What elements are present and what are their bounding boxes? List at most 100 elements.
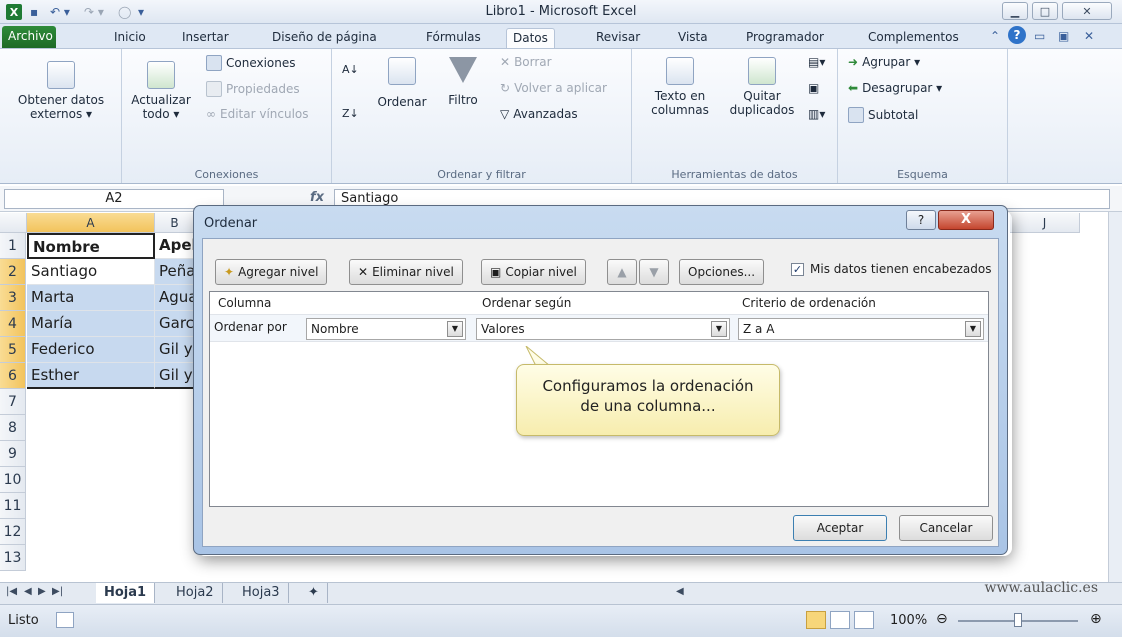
sort-level-row[interactable]: Ordenar por Nombre ▼ Valores ▼ Z a A ▼ [210, 314, 988, 342]
row-header[interactable]: 7 [0, 389, 26, 415]
prev-sheet-icon[interactable]: ◀ [24, 586, 32, 597]
zoom-slider-thumb[interactable] [1014, 613, 1022, 627]
next-sheet-icon[interactable]: ▶ [38, 586, 46, 597]
row-header[interactable]: 2 [0, 259, 26, 285]
validation-icon[interactable]: ▤▾ [808, 55, 825, 69]
vertical-scrollbar[interactable] [1108, 212, 1122, 582]
copy-level-button[interactable]: ▣ Copiar nivel [481, 259, 586, 285]
page-layout-icon[interactable] [830, 611, 850, 629]
hscroll-left-icon[interactable]: ◀ [676, 586, 684, 597]
row-header[interactable]: 12 [0, 519, 26, 545]
cell-a6[interactable]: Esther [27, 363, 155, 389]
row-header[interactable]: 13 [0, 545, 26, 571]
column-header-b[interactable]: B [155, 213, 195, 233]
close-book-icon[interactable]: ✕ [1084, 28, 1094, 44]
agrupar-button[interactable]: ➜ Agrupar ▾ [848, 55, 920, 69]
cell-b5[interactable]: Gil y [155, 337, 195, 363]
cell-b2[interactable]: Peña [155, 259, 195, 285]
options-button[interactable]: Opciones... [679, 259, 765, 285]
tab-inicio[interactable]: Inicio [108, 28, 152, 48]
desagrupar-button[interactable]: ⬅ Desagrupar ▾ [848, 81, 942, 95]
page-break-icon[interactable] [854, 611, 874, 629]
texto-columnas-button[interactable]: Texto en columnas [640, 57, 720, 117]
row-header[interactable]: 3 [0, 285, 26, 311]
actualizar-button[interactable]: Actualizar todo ▾ [126, 61, 196, 121]
last-sheet-icon[interactable]: ▶| [52, 586, 63, 597]
tab-formulas[interactable]: Fórmulas [420, 28, 487, 48]
subtotal-button[interactable]: Subtotal [848, 107, 918, 123]
what-if-icon[interactable]: ▥▾ [808, 107, 825, 121]
row-header[interactable]: 10 [0, 467, 26, 493]
sheet-tab-hoja3[interactable]: Hoja3 [234, 583, 289, 603]
dialog-help-button[interactable]: ? [906, 210, 936, 230]
filtro-button[interactable]: Filtro [440, 57, 486, 107]
restore-icon[interactable]: ▭ [1034, 28, 1045, 44]
dialog-close-button[interactable]: X [938, 210, 994, 230]
sort-za-icon[interactable]: Z↓ [342, 107, 359, 120]
name-box[interactable]: A2 [4, 189, 224, 209]
tab-insertar[interactable]: Insertar [176, 28, 235, 48]
delete-level-button[interactable]: ✕ Eliminar nivel [349, 259, 463, 285]
sort-az-icon[interactable]: A↓ [342, 63, 359, 76]
tab-datos[interactable]: Datos [506, 28, 555, 48]
avanzadas-button[interactable]: ▽ Avanzadas [500, 107, 578, 121]
fx-icon[interactable]: fx [310, 190, 324, 205]
tab-archivo[interactable]: Archivo [2, 26, 56, 48]
borrar-button[interactable]: ✕ Borrar [500, 55, 552, 69]
select-all-corner[interactable] [0, 213, 27, 233]
row-header[interactable]: 8 [0, 415, 26, 441]
column-select[interactable]: Nombre ▼ [306, 318, 466, 340]
first-sheet-icon[interactable]: |◀ [6, 586, 17, 597]
tab-revisar[interactable]: Revisar [590, 28, 646, 48]
cell-a5[interactable]: Federico [27, 337, 155, 363]
row-header[interactable]: 11 [0, 493, 26, 519]
cell-b4[interactable]: Garc [155, 311, 195, 337]
help-icon[interactable]: ? [1008, 26, 1026, 44]
propiedades-button[interactable]: Propiedades [206, 81, 300, 97]
add-level-button[interactable]: ✦ Agregar nivel [215, 259, 328, 285]
cell-a3[interactable]: Marta [27, 285, 155, 311]
column-header-a[interactable]: A [27, 213, 155, 233]
cell-a1[interactable]: Nombre [27, 233, 155, 259]
quitar-duplicados-button[interactable]: Quitar duplicados [722, 57, 802, 117]
minimize-ribbon-icon[interactable]: ⌃ [990, 28, 1000, 44]
row-header[interactable]: 5 [0, 337, 26, 363]
cell-b3[interactable]: Agua [155, 285, 195, 311]
zoom-out-icon[interactable]: ⊖ [936, 611, 948, 627]
tab-vista[interactable]: Vista [672, 28, 714, 48]
tab-programador[interactable]: Programador [740, 28, 830, 48]
sort-on-select[interactable]: Valores ▼ [476, 318, 730, 340]
insert-sheet-icon[interactable]: ✦ [300, 583, 328, 603]
move-up-button[interactable]: ▲ [607, 259, 637, 285]
column-header-j[interactable]: J [1010, 213, 1080, 233]
checkbox-checked-icon[interactable]: ✓ [791, 262, 804, 276]
cancel-button[interactable]: Cancelar [899, 515, 993, 541]
normal-view-icon[interactable] [806, 611, 826, 629]
cell-b1[interactable]: Apel [155, 233, 195, 259]
tab-complementos[interactable]: Complementos [862, 28, 965, 48]
consolidate-icon[interactable]: ▣ [808, 81, 819, 95]
move-down-button[interactable]: ▼ [639, 259, 669, 285]
volver-aplicar-button[interactable]: ↻ Volver a aplicar [500, 81, 607, 95]
cell-a2[interactable]: Santiago [27, 259, 155, 285]
tab-diseno-pagina[interactable]: Diseño de página [266, 28, 383, 48]
row-header[interactable]: 4 [0, 311, 26, 337]
headers-checkbox[interactable]: ✓ Mis datos tienen encabezados [791, 262, 991, 276]
zoom-level[interactable]: 100% [890, 613, 927, 628]
close-icon[interactable]: ✕ [1062, 2, 1112, 20]
maximize-icon[interactable]: □ [1032, 2, 1058, 20]
obtener-datos-button[interactable]: Obtener datos externos ▾ [6, 61, 116, 121]
cell-b6[interactable]: Gil y [155, 363, 195, 389]
ok-button[interactable]: Aceptar [793, 515, 887, 541]
conexiones-button[interactable]: Conexiones [206, 55, 296, 71]
chevron-down-icon[interactable]: ▼ [711, 321, 727, 337]
chevron-down-icon[interactable]: ▼ [965, 321, 981, 337]
cell-a4[interactable]: María [27, 311, 155, 337]
window-icon[interactable]: ▣ [1058, 28, 1069, 44]
row-header[interactable]: 9 [0, 441, 26, 467]
sheet-tab-hoja2[interactable]: Hoja2 [168, 583, 223, 603]
row-header[interactable]: 1 [0, 233, 26, 259]
chevron-down-icon[interactable]: ▼ [447, 321, 463, 337]
row-header[interactable]: 6 [0, 363, 26, 389]
ordenar-button[interactable]: Ordenar [372, 57, 432, 109]
